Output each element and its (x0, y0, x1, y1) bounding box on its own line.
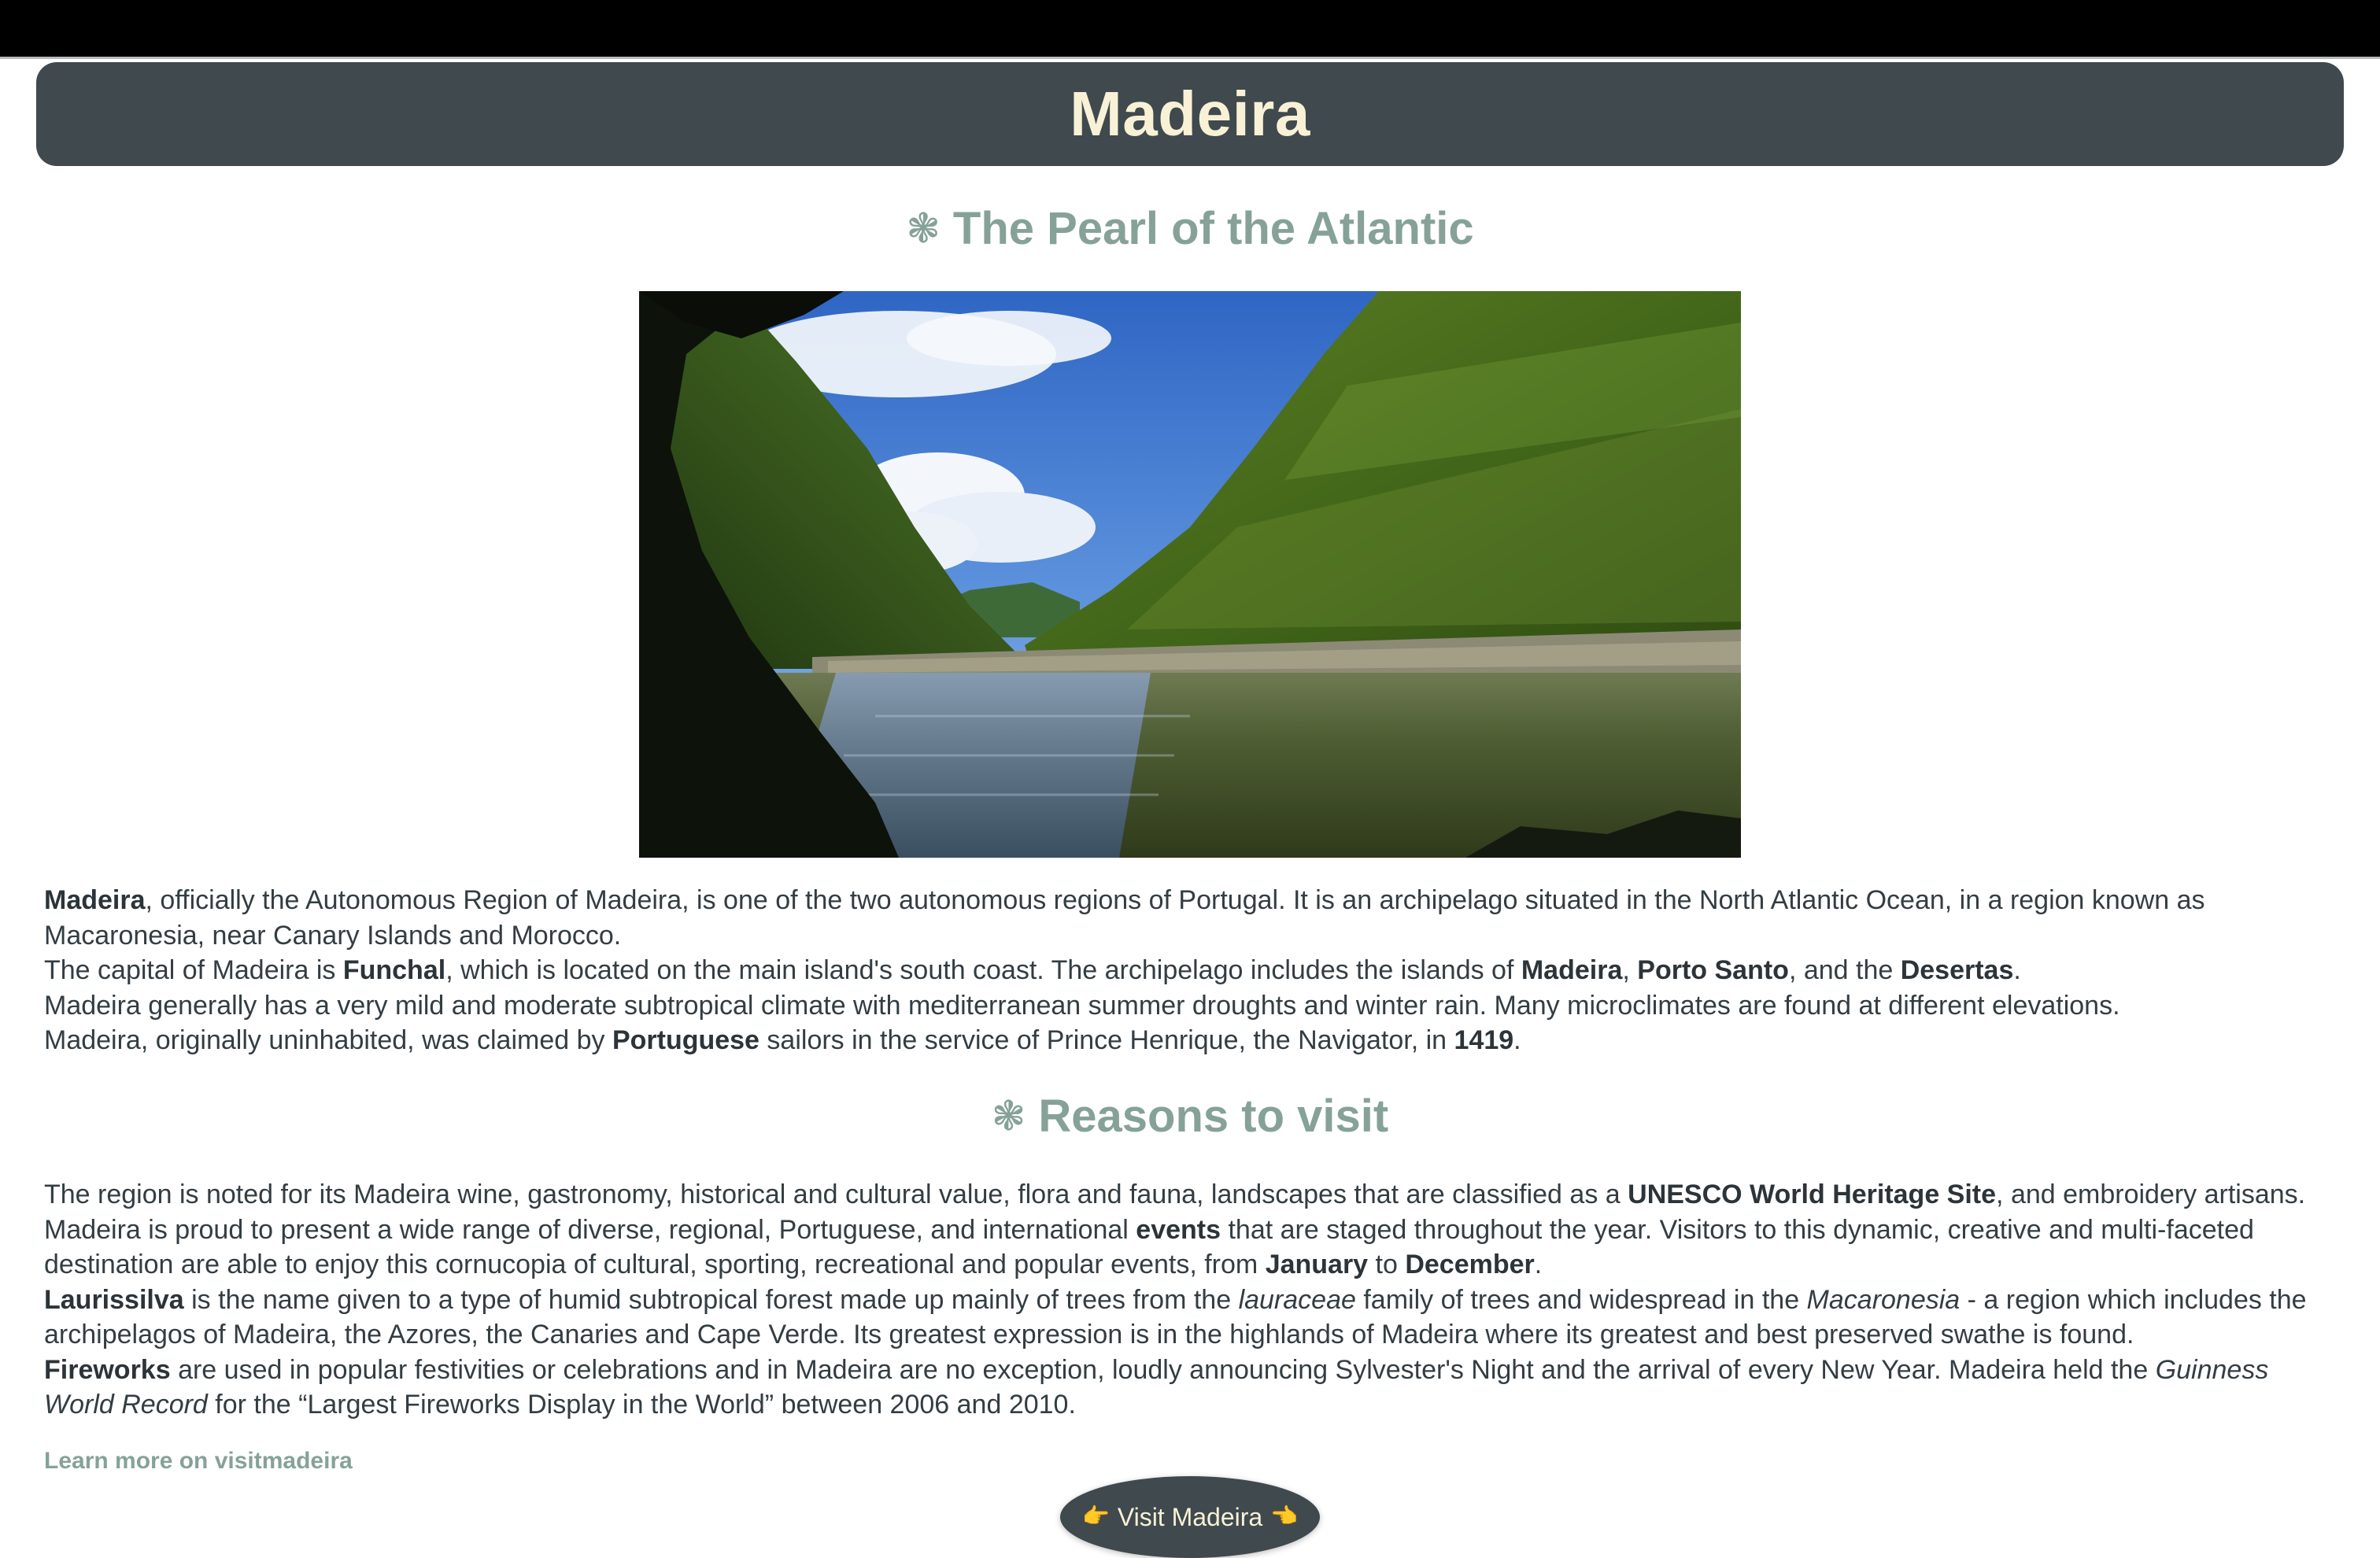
intro-paragraph-4: Madeira, originally uninhabited, was cla… (44, 1023, 2326, 1058)
text: family of trees and widespread in the (1355, 1284, 1807, 1315)
text: The region is noted for its Madeira wine… (44, 1180, 1628, 1209)
text: for the “Largest Fireworks Display in th… (207, 1390, 1076, 1420)
pointing-right-hand-icon: 👉 (1081, 1504, 1110, 1528)
section-heading-reasons: ❃ Reasons to visit (0, 1094, 2380, 1139)
text: , (1622, 955, 1638, 985)
text: . (2013, 955, 2021, 985)
bold-text: Portuguese (612, 1025, 759, 1055)
bold-text: Laurissilva (44, 1284, 184, 1315)
reasons-paragraph-2: Madeira is proud to present a wide range… (44, 1213, 2326, 1283)
bold-text: January (1265, 1250, 1369, 1279)
flower-icon: ❃ (906, 206, 941, 252)
bold-text: UNESCO World Heritage Site (1628, 1180, 1997, 1209)
intro-section: Madeira, officially the Autonomous Regio… (44, 883, 2326, 1058)
visit-button-label: Visit Madeira (1117, 1503, 1263, 1531)
visit-madeira-button[interactable]: 👉 Visit Madeira 👈 (1060, 1476, 1320, 1558)
text: is the name given to a type of humid sub… (183, 1284, 1239, 1315)
page-title: Madeira (1070, 79, 1310, 149)
bold-text: Madeira (1521, 955, 1623, 985)
bold-text: events (1136, 1214, 1221, 1245)
text: are used in popular festivities or celeb… (170, 1354, 2156, 1385)
flower-icon: ❃ (991, 1094, 1026, 1139)
bold-text: Porto Santo (1637, 955, 1789, 985)
italic-text: lauraceae (1238, 1284, 1356, 1315)
pointing-left-hand-icon: 👈 (1270, 1504, 1299, 1528)
text: . (1534, 1250, 1543, 1279)
text: . (1513, 1025, 1521, 1055)
text: sailors in the service of Prince Henriqu… (759, 1025, 1454, 1055)
learn-more-link[interactable]: Learn more on visitmadeira (44, 1448, 353, 1475)
reasons-paragraph-3: Laurissilva is the name given to a type … (44, 1283, 2326, 1353)
bold-text: Madeira (44, 885, 146, 915)
text: Madeira is proud to present a wide range… (44, 1214, 1136, 1245)
section-heading-pearl: ❃ The Pearl of the Atlantic (0, 206, 2380, 252)
browser-top-bar (0, 0, 2380, 59)
reasons-paragraph-4: Fireworks are used in popular festivitie… (44, 1353, 2326, 1423)
bold-text: 1419 (1454, 1025, 1514, 1055)
hero-image (639, 291, 1741, 858)
intro-paragraph-3: Madeira generally has a very mild and mo… (44, 990, 2120, 1021)
intro-paragraph-2: The capital of Madeira is Funchal, which… (44, 953, 2326, 988)
intro-paragraph-1: Madeira, officially the Autonomous Regio… (44, 883, 2326, 953)
text: The capital of Madeira is (44, 955, 343, 985)
page-header: Madeira (36, 62, 2344, 166)
reasons-section: The region is noted for its Madeira wine… (44, 1177, 2326, 1423)
section-heading-text: Reasons to visit (1038, 1091, 1389, 1142)
bold-text: Fireworks (44, 1354, 171, 1385)
italic-text: Macaronesia (1806, 1284, 1961, 1315)
bold-text: Funchal (342, 955, 446, 985)
section-heading-text: The Pearl of the Atlantic (952, 203, 1474, 254)
text: to (1368, 1250, 1406, 1279)
text: , and the (1788, 955, 1901, 985)
text: , officially the Autonomous Region of Ma… (44, 885, 2205, 951)
text: Madeira, originally uninhabited, was cla… (44, 1025, 612, 1055)
bold-text: Desertas (1900, 955, 2014, 985)
text: , which is located on the main island's … (445, 955, 1521, 985)
reasons-paragraph-1: The region is noted for its Madeira wine… (44, 1177, 2326, 1213)
bold-text: December (1405, 1250, 1535, 1279)
text: , and embroidery artisans. (1996, 1180, 2306, 1209)
